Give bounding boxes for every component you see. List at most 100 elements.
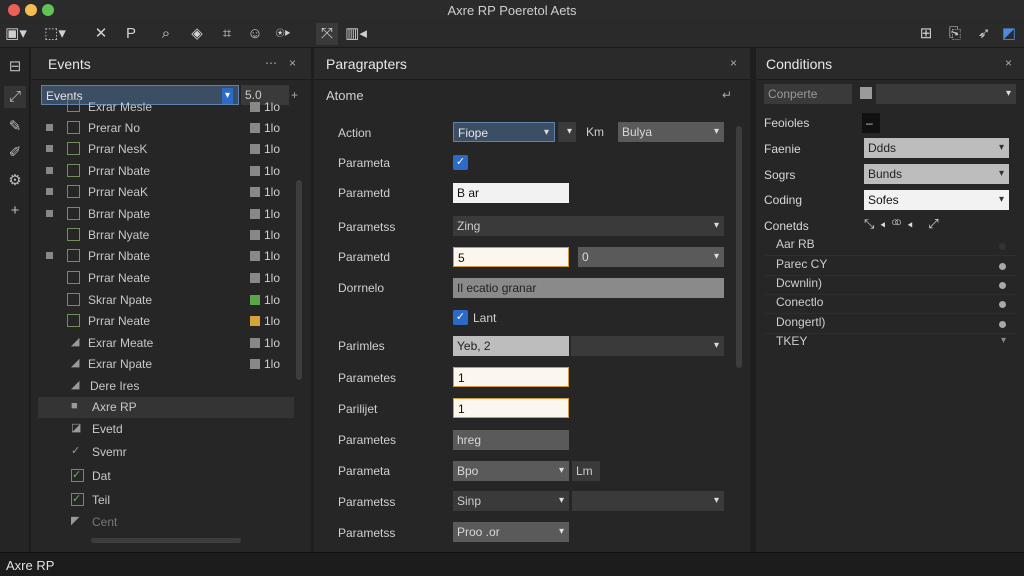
selection-icon[interactable]: ⬚▾ [44, 23, 66, 45]
list-item[interactable]: Prrar NeaK 1lo [38, 182, 294, 203]
settings-icon[interactable]: ⚙ [4, 170, 26, 192]
list-item[interactable]: Prrar Neate 1lo [38, 268, 294, 289]
action-secondary-select[interactable]: Bulya ▾ [618, 122, 724, 142]
back-icon[interactable]: ◂ [880, 216, 891, 231]
interaction-icon[interactable]: ⤢ [4, 86, 26, 108]
list-item[interactable]: Prrar NesK 1lo [38, 139, 294, 160]
checkbox[interactable] [67, 271, 80, 284]
param-input[interactable]: 1 [453, 398, 569, 418]
list-item[interactable]: Prrar Nbate 1lo [38, 246, 294, 267]
condition-item[interactable]: Conectlo [764, 295, 1016, 314]
condition-select[interactable]: Sofes ▾ [864, 190, 1009, 210]
pen-icon[interactable]: P [120, 23, 142, 45]
event-label: Evetd [92, 422, 123, 436]
list-item[interactable]: ✓ Teil [38, 490, 294, 511]
close-x-icon[interactable]: ✕ [90, 23, 112, 45]
param-select[interactable]: ▾ [571, 336, 724, 356]
conditions-filter-select[interactable]: ▾ [876, 84, 1016, 104]
param-input[interactable]: hreg [453, 430, 569, 450]
list-item[interactable]: ◢ Exrar Meate 1lo [38, 333, 294, 354]
crop-icon[interactable]: ⌗ [216, 23, 238, 45]
param-select[interactable]: Bpo ▾ [453, 461, 569, 481]
collapse-icon[interactable]: ⤡ [864, 216, 880, 231]
action-select[interactable]: Fiope ▾ [453, 122, 555, 142]
param-select[interactable]: Zing ▾ [453, 216, 724, 236]
param-input[interactable]: B ar [453, 183, 569, 203]
account-icon[interactable]: ◩ [998, 23, 1020, 45]
checkbox[interactable] [67, 293, 80, 306]
condition-label: Coding [764, 193, 803, 207]
hierarchy-icon[interactable]: ⊟ [4, 56, 26, 78]
list-item[interactable]: ◤ Cent [38, 512, 294, 533]
connector-icon[interactable]: ⤧ [316, 23, 338, 45]
parameters-enter-button[interactable]: ↵ [722, 88, 732, 102]
checkbox[interactable]: ✓ [71, 469, 84, 482]
param-select[interactable]: 0 ▾ [578, 247, 724, 267]
add-icon[interactable]: + [4, 200, 26, 222]
list-item[interactable]: Brrar Npate 1lo [38, 204, 294, 225]
checkbox[interactable] [67, 249, 80, 262]
list-item[interactable]: ◢ Dere Ires [38, 376, 294, 397]
publish-icon[interactable]: ⊞ [915, 23, 937, 45]
link-icon[interactable]: ⚭ [891, 216, 907, 231]
events-menu-button[interactable]: ⋯ [265, 56, 277, 70]
list-item[interactable]: ✓ Dat [38, 466, 294, 487]
list-item[interactable]: Prerar No 1lo [38, 118, 294, 139]
condition-item[interactable]: TKEY ▾ [764, 334, 1016, 353]
checkbox[interactable] [67, 142, 80, 155]
checkbox[interactable]: ✓ [71, 493, 84, 506]
param-select[interactable]: Sinp ▾ [453, 491, 569, 511]
events-hscrollbar[interactable] [91, 538, 241, 543]
conditions-close-button[interactable]: × [1005, 56, 1012, 70]
condition-item[interactable]: Aar RB [764, 237, 1016, 256]
events-scrollbar[interactable] [296, 180, 302, 380]
condition-item[interactable]: Parec CY [764, 257, 1016, 276]
list-item[interactable]: ◪ Evetd [38, 419, 294, 440]
events-close-button[interactable]: × [289, 56, 296, 70]
checkbox[interactable] [67, 185, 80, 198]
lant-checkbox[interactable]: ✓ [453, 310, 468, 325]
condition-item[interactable]: Dcwnlin) [764, 276, 1016, 295]
parameters-scrollbar[interactable] [736, 126, 742, 368]
param-checkbox[interactable]: ✓ [453, 155, 468, 170]
preview-icon[interactable]: ⎘ [944, 23, 966, 45]
condition-toggle[interactable]: – [862, 113, 880, 133]
list-item[interactable]: Skrar Npate 1lo [38, 290, 294, 311]
checkbox[interactable] [67, 121, 80, 134]
play-icon[interactable]: ⍟▸ [272, 23, 294, 45]
expand-icon[interactable]: ⤢ [928, 216, 944, 231]
layers-icon[interactable]: ◈ [186, 23, 208, 45]
list-item[interactable]: Brrar Nyate 1lo [38, 225, 294, 246]
list-item[interactable]: Prrar Neate 1lo [38, 311, 294, 332]
emoji-icon[interactable]: ☺ [244, 23, 266, 45]
search-icon[interactable]: ⌕ [155, 23, 177, 45]
pencil-icon[interactable]: ✐ [4, 142, 26, 164]
grid-icon[interactable]: ▥◂ [345, 23, 367, 45]
condition-item[interactable]: Dongertl) [764, 315, 1016, 334]
layout-icon[interactable]: ▣▾ [5, 23, 27, 45]
action-toggle[interactable]: ▾ [558, 122, 576, 142]
param-select[interactable]: ▾ [572, 491, 724, 511]
checkbox[interactable] [67, 314, 80, 327]
share-icon[interactable]: ➶ [973, 23, 995, 45]
brush-icon[interactable]: ✎ [4, 116, 26, 138]
condition-select[interactable]: Bunds ▾ [864, 164, 1009, 184]
checkbox[interactable] [67, 228, 80, 241]
list-item[interactable]: ◢ Exrar Npate 1lo [38, 354, 294, 375]
conditions-search-input[interactable]: Conperte [764, 84, 852, 104]
checkbox[interactable] [67, 99, 80, 112]
checkbox[interactable] [67, 207, 80, 220]
checkbox[interactable] [67, 164, 80, 177]
list-item[interactable]: ■ Axre RP [38, 397, 294, 418]
chevron-down-icon: ▾ [1000, 335, 1006, 346]
param-select[interactable]: Proo .or ▾ [453, 522, 569, 542]
list-item[interactable]: Prrar Nbate 1lo [38, 161, 294, 182]
parameters-close-button[interactable]: × [730, 56, 737, 70]
prev-icon[interactable]: ◂ [908, 216, 919, 231]
param-input[interactable]: 1 [453, 367, 569, 387]
param-input[interactable]: 5 [453, 247, 569, 267]
param-input[interactable]: Yeb, 2 [453, 336, 569, 356]
list-item[interactable]: ✓ Svemr [38, 442, 294, 463]
param-input[interactable]: Il ecatio granar [453, 278, 724, 298]
condition-select[interactable]: Ddds ▾ [864, 138, 1009, 158]
